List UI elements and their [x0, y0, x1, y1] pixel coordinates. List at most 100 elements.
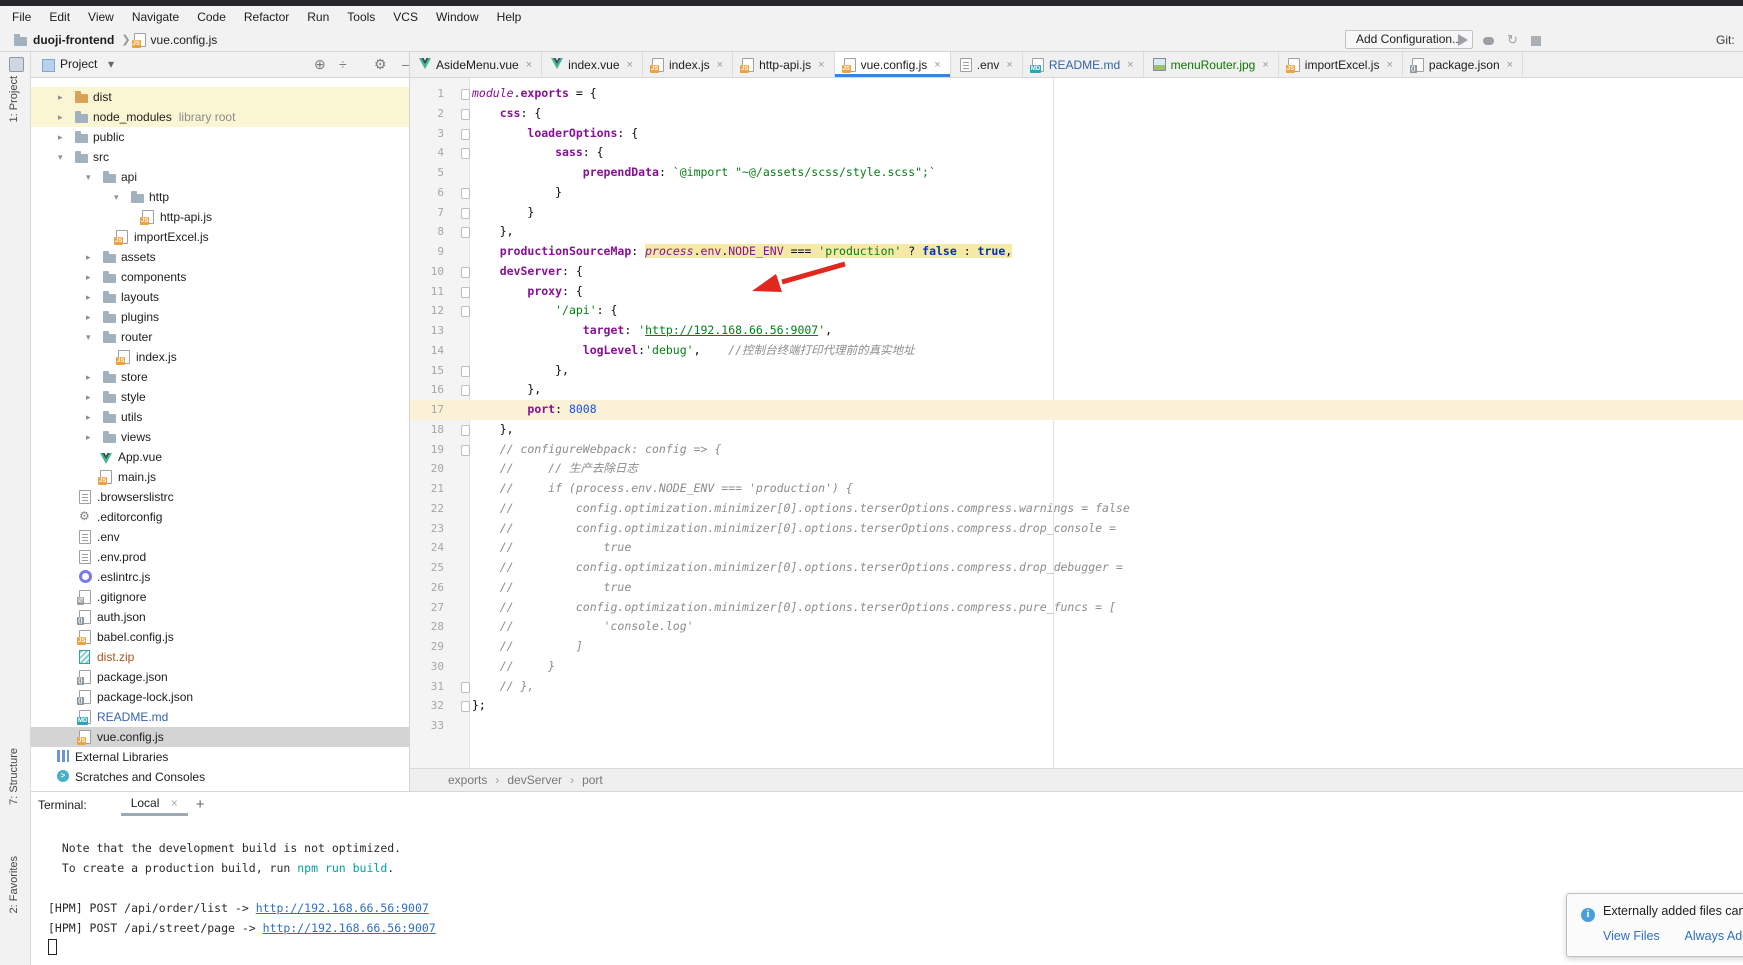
code-line-26[interactable]: 26 // true [410, 578, 1743, 598]
gear-icon[interactable]: ⚙ [374, 56, 387, 72]
add-configuration-button[interactable]: Add Configuration... [1345, 30, 1473, 49]
tree-item-package-json[interactable]: {}package.json [30, 667, 410, 687]
tree-item-env[interactable]: .env [30, 527, 410, 547]
code-editor[interactable]: 1module.exports = {2 css: {3 loaderOptio… [410, 78, 1743, 768]
fold-marker[interactable] [461, 425, 470, 436]
tree-item-package-lock-json[interactable]: {}package-lock.json [30, 687, 410, 707]
tab-vue-config-js[interactable]: JSvue.config.js× [835, 52, 951, 77]
tree-item-router[interactable]: ▾router [30, 327, 410, 347]
terminal-link[interactable]: http://192.168.66.56:9007 [256, 901, 429, 915]
tab-http-api-js[interactable]: JShttp-api.js× [733, 52, 834, 77]
fold-marker[interactable] [461, 208, 470, 219]
tree-item-plugins[interactable]: ▸plugins [30, 307, 410, 327]
fold-marker[interactable] [461, 188, 470, 199]
code-line-14[interactable]: 14 logLevel:'debug', //控制台终端打印代理前的真实地址 [410, 341, 1743, 361]
code-line-17[interactable]: 17 port: 8008 [410, 400, 1743, 420]
tree-item-assets[interactable]: ▸assets [30, 247, 410, 267]
chevron-down-icon[interactable]: ▾ [58, 147, 63, 167]
close-icon[interactable]: × [717, 59, 723, 71]
code-line-20[interactable]: 20 // // 生产去除日志 [410, 459, 1743, 479]
tree-item-auth-json[interactable]: {}auth.json [30, 607, 410, 627]
tree-item-dist[interactable]: ▸dist [30, 87, 410, 107]
tree-item-external-libraries[interactable]: External Libraries [30, 747, 410, 767]
menu-tools[interactable]: Tools [338, 10, 384, 24]
menu-file[interactable]: File [3, 10, 40, 24]
git-label[interactable]: Git: [1716, 33, 1735, 47]
code-line-7[interactable]: 7 } [410, 203, 1743, 223]
tree-item-http[interactable]: ▾http [30, 187, 410, 207]
menu-view[interactable]: View [79, 10, 123, 24]
terminal-link[interactable]: http://192.168.66.56:9007 [263, 921, 436, 935]
close-icon[interactable]: × [818, 59, 824, 71]
chevron-right-icon[interactable]: ▸ [86, 387, 91, 407]
tree-item-style[interactable]: ▸style [30, 387, 410, 407]
fold-marker[interactable] [461, 682, 470, 693]
tree-item-browserslistrc[interactable]: .browserslistrc [30, 487, 410, 507]
code-line-28[interactable]: 28 // 'console.log' [410, 617, 1743, 637]
code-line-25[interactable]: 25 // config.optimization.minimizer[0].o… [410, 558, 1743, 578]
tree-item-babel-config-js[interactable]: JSbabel.config.js [30, 627, 410, 647]
tree-item-eslintrc-js[interactable]: .eslintrc.js [30, 567, 410, 587]
tab-asidemenu-vue[interactable]: AsideMenu.vue× [410, 52, 542, 77]
close-icon[interactable]: × [627, 59, 633, 71]
chevron-right-icon[interactable]: ▸ [86, 287, 91, 307]
menu-help[interactable]: Help [488, 10, 531, 24]
code-line-8[interactable]: 8 }, [410, 222, 1743, 242]
tab-importexcel-js[interactable]: JSimportExcel.js× [1279, 52, 1403, 77]
tree-item-gitignore[interactable]: ∅.gitignore [30, 587, 410, 607]
close-icon[interactable]: × [1127, 59, 1133, 71]
tab-menurouter-jpg[interactable]: menuRouter.jpg× [1144, 52, 1279, 77]
chevron-down-icon[interactable]: ▾ [86, 167, 91, 187]
stripe-favorites-label[interactable]: 2: Favorites [8, 856, 20, 913]
locate-file-icon[interactable]: ⊕ [314, 56, 326, 72]
fold-marker[interactable] [461, 267, 470, 278]
chevron-right-icon[interactable]: ▸ [86, 407, 91, 427]
code-line-11[interactable]: 11 proxy: { [410, 282, 1743, 302]
code-line-24[interactable]: 24 // true [410, 538, 1743, 558]
tab-readme-md[interactable]: MDREADME.md× [1023, 52, 1144, 77]
menu-vcs[interactable]: VCS [384, 10, 427, 24]
fold-marker[interactable] [461, 148, 470, 159]
tree-item-env-prod[interactable]: .env.prod [30, 547, 410, 567]
tab-index-vue[interactable]: index.vue× [542, 52, 643, 77]
code-line-31[interactable]: 31 // }, [410, 677, 1743, 697]
chevron-right-icon[interactable]: ▸ [86, 367, 91, 387]
fold-marker[interactable] [461, 227, 470, 238]
view-files-link[interactable]: View Files [1603, 929, 1660, 943]
stripe-project-label[interactable]: 1: Project [8, 76, 20, 122]
tree-item-store[interactable]: ▸store [30, 367, 410, 387]
fold-marker[interactable] [461, 129, 470, 140]
fold-marker[interactable] [461, 306, 470, 317]
tree-item-vue-config-js[interactable]: JSvue.config.js [30, 727, 410, 747]
chevron-right-icon[interactable]: ▸ [58, 127, 63, 147]
tree-item-http-api-js[interactable]: JShttp-api.js [30, 207, 410, 227]
fold-marker[interactable] [461, 445, 470, 456]
menu-navigate[interactable]: Navigate [123, 10, 188, 24]
fold-marker[interactable] [461, 385, 470, 396]
breadcrumb-file[interactable]: vue.config.js [151, 33, 218, 47]
chevron-right-icon[interactable]: ▸ [86, 307, 91, 327]
chevron-right-icon[interactable]: ▸ [86, 267, 91, 287]
code-line-33[interactable]: 33 [410, 716, 1743, 736]
tree-item-public[interactable]: ▸public [30, 127, 410, 147]
tree-item-readme-md[interactable]: MDREADME.md [30, 707, 410, 727]
chevron-down-icon[interactable]: ▾ [114, 187, 119, 207]
code-line-30[interactable]: 30 // } [410, 657, 1743, 677]
tree-item-index-js[interactable]: JSindex.js [30, 347, 410, 367]
fold-marker[interactable] [461, 109, 470, 120]
code-line-29[interactable]: 29 // ] [410, 637, 1743, 657]
close-icon[interactable]: × [1386, 59, 1392, 71]
tab-package-json[interactable]: {}package.json× [1403, 52, 1523, 77]
debug-icon[interactable] [1483, 37, 1494, 45]
close-icon[interactable]: × [934, 59, 940, 71]
tree-item-src[interactable]: ▾src [30, 147, 410, 167]
project-panel-title[interactable]: Project [60, 57, 97, 71]
code-line-16[interactable]: 16 }, [410, 380, 1743, 400]
fold-marker[interactable] [461, 287, 470, 298]
collapse-all-icon[interactable]: ÷ [339, 56, 347, 72]
close-icon[interactable]: × [1006, 59, 1012, 71]
menu-edit[interactable]: Edit [40, 10, 79, 24]
menu-run[interactable]: Run [298, 10, 338, 24]
menu-code[interactable]: Code [188, 10, 235, 24]
chevron-right-icon[interactable]: ▸ [58, 107, 63, 127]
